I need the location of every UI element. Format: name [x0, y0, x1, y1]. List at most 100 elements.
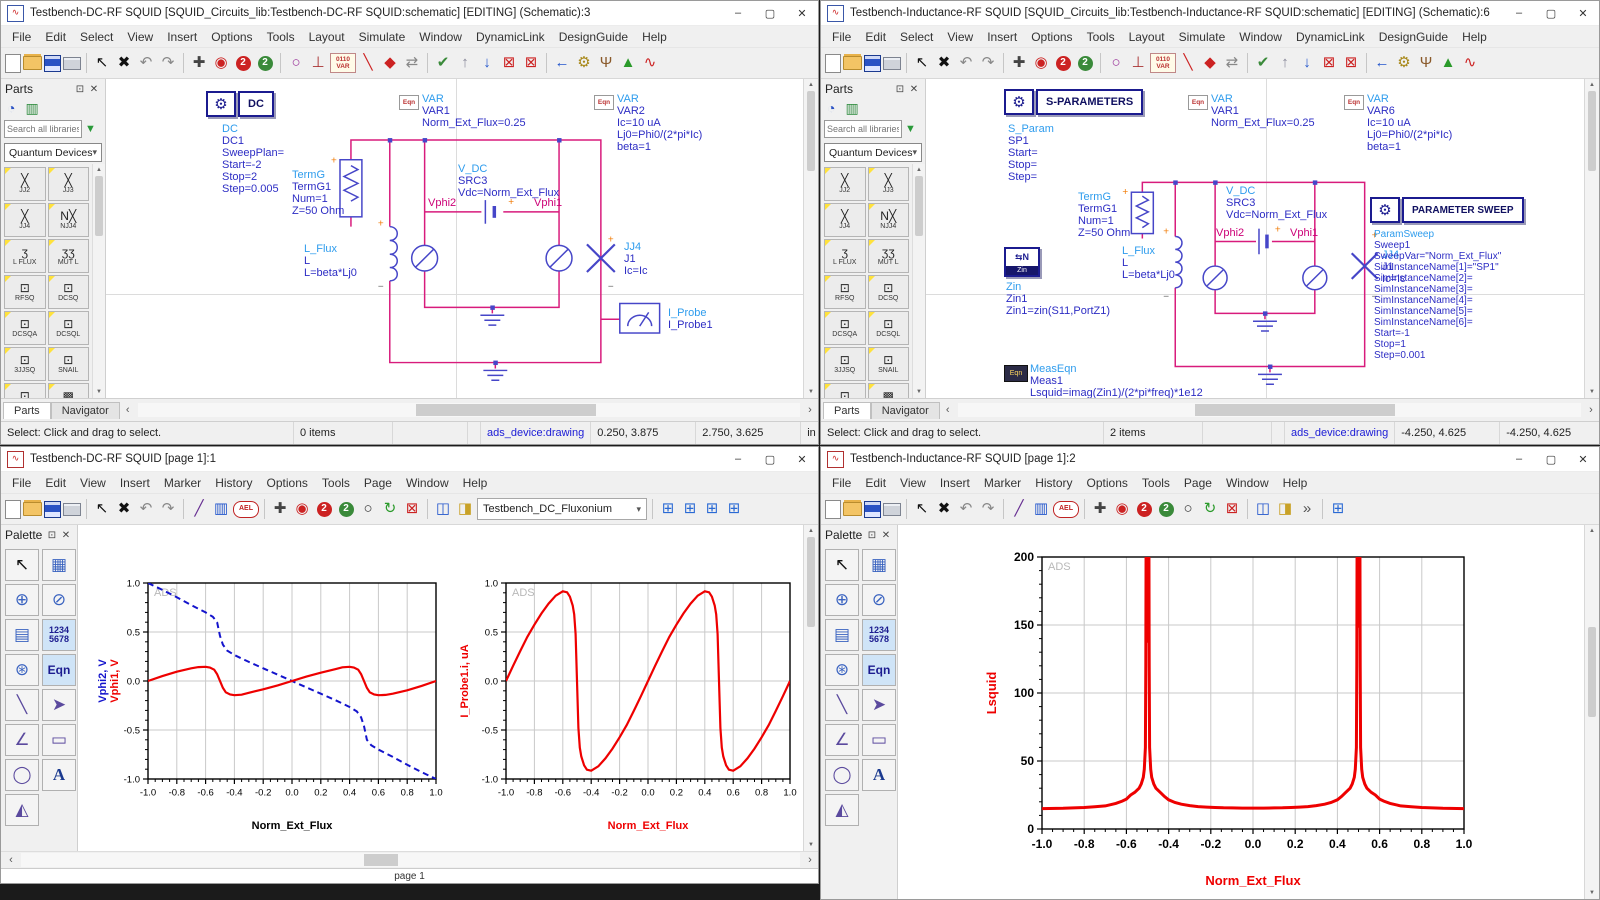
library-browser-icon[interactable]: ▥ [25, 100, 38, 117]
iprobe-params-type[interactable]: I_Probe [668, 307, 713, 319]
library-browser-icon[interactable]: ▥ [845, 100, 858, 117]
param-line[interactable]: Step=0.001 [1374, 350, 1501, 361]
polyline-tool[interactable]: ∠ [825, 724, 859, 756]
recent-parts-clock-icon[interactable]: ◔ [7, 100, 15, 117]
vphi1-node-label[interactable]: Vphi1 [534, 197, 562, 209]
text-tool[interactable]: A [42, 759, 76, 791]
param-line[interactable]: Start=-1 [1374, 328, 1501, 339]
menu-edit[interactable]: Edit [38, 28, 73, 46]
minimize-button[interactable]: – [1503, 1, 1535, 25]
menu-help[interactable]: Help [1455, 28, 1494, 46]
scrollbar-thumb[interactable] [807, 91, 815, 171]
history-icon[interactable]: ▥ [211, 499, 231, 519]
pan-icon[interactable]: ✚ [270, 499, 290, 519]
zoom-out-icon[interactable]: 2 [1075, 53, 1095, 73]
menu-help[interactable]: Help [456, 474, 495, 492]
part-l-flux[interactable]: ʒL FLUX [4, 239, 46, 273]
menu-tools[interactable]: Tools [1080, 28, 1122, 46]
part-mut-l[interactable]: ʒʒMUT L [48, 239, 90, 273]
menu-options[interactable]: Options [260, 474, 315, 492]
part-3jjsq[interactable]: ⊡3JJSQ [824, 347, 866, 381]
scroll-left-icon[interactable]: ‹ [3, 854, 19, 866]
scroll-up-icon[interactable]: ▲ [808, 525, 814, 537]
scrollbar-thumb[interactable] [1588, 91, 1596, 171]
menu-file[interactable]: File [825, 474, 858, 492]
jj4-params-type[interactable]: JJ4 [624, 241, 648, 253]
param-line[interactable]: SimInstanceName[3]= [1374, 284, 1501, 295]
minimize-button[interactable]: – [722, 1, 754, 25]
horizontal-scrollbar[interactable] [138, 403, 800, 417]
recent-parts-clock-icon[interactable]: ◔ [827, 100, 835, 117]
menu-tools[interactable]: Tools [315, 474, 357, 492]
rect-plot-tool[interactable]: ▦ [862, 549, 896, 581]
menu-dynamiclink[interactable]: DynamicLink [1289, 28, 1372, 46]
filter-funnel-icon[interactable]: ▼ [905, 123, 916, 135]
menu-options[interactable]: Options [1024, 28, 1079, 46]
insert-port-icon[interactable]: ○ [286, 53, 306, 73]
smith-chart-tool[interactable]: ⊘ [862, 584, 896, 616]
iprobe-symbol[interactable] [620, 303, 660, 333]
redo-icon[interactable]: ↷ [158, 499, 178, 519]
var1-params-type[interactable]: VAR [1211, 93, 1315, 105]
plot-vphi-vs-flux[interactable]: -1.0-0.8-0.6-0.4-0.20.00.20.40.60.81.0-1… [92, 561, 448, 837]
save-icon[interactable] [864, 501, 881, 518]
menu-help[interactable]: Help [1276, 474, 1315, 492]
list-plot-tool[interactable]: ▤ [825, 619, 859, 651]
var6-params-type[interactable]: VAR [1367, 93, 1452, 105]
tab-parts[interactable]: Parts [823, 402, 871, 419]
menu-tools[interactable]: Tools [1135, 474, 1177, 492]
lflux-params[interactable]: L_FluxLL=beta*Lj0 [1122, 245, 1175, 281]
pointer-icon[interactable]: ↖ [92, 499, 112, 519]
close-button[interactable]: ✕ [786, 1, 818, 25]
scroll-up-icon[interactable]: ▲ [1589, 79, 1595, 91]
simulate-icon[interactable]: ▲ [1438, 53, 1458, 73]
param-line[interactable]: SimInstanceName[5]= [1374, 306, 1501, 317]
save-icon[interactable] [44, 501, 61, 518]
pointer-icon[interactable]: ↖ [912, 499, 932, 519]
refresh-icon[interactable]: ↻ [1200, 499, 1220, 519]
antenna-plot-tool[interactable]: ⊛ [5, 654, 39, 686]
titlebar[interactable]: ∿ Testbench-Inductance-RF SQUID [page 1]… [821, 447, 1599, 472]
maximize-button[interactable]: ▢ [754, 447, 786, 471]
scrollbar-thumb[interactable] [1195, 404, 1395, 416]
data-display-canvas[interactable]: -1.0-0.8-0.6-0.4-0.20.00.20.40.60.81.005… [898, 525, 1584, 899]
maximize-button[interactable]: ▢ [1535, 447, 1567, 471]
param-line[interactable]: TermG1 [1078, 203, 1130, 215]
undo-icon[interactable]: ↶ [136, 53, 156, 73]
scroll-up-icon[interactable]: ▲ [96, 164, 102, 176]
deactivate-icon[interactable]: ⊠ [499, 53, 519, 73]
ground-symbol[interactable] [480, 315, 504, 325]
horizontal-scrollbar[interactable] [958, 403, 1581, 417]
window-data-display-dc-rf-squid[interactable]: ∿ Testbench-DC-RF SQUID [page 1]:1 – ▢ ✕… [0, 446, 819, 884]
param-line[interactable]: VAR6 [1367, 105, 1452, 117]
pointer-tool[interactable]: ↖ [825, 549, 859, 581]
part-jj2[interactable]: ╳JJ2 [824, 167, 866, 201]
param-line[interactable]: SRC3 [1226, 197, 1327, 209]
param-line[interactable]: VAR1 [422, 105, 526, 117]
zoom-in-view-icon[interactable]: ⊞ [680, 499, 700, 519]
scroll-up-icon[interactable]: ▲ [916, 164, 922, 176]
float-panel-icon[interactable]: ⊡ [73, 84, 87, 95]
param-line[interactable]: Step=0.005 [222, 183, 284, 195]
param-line[interactable]: beta=1 [1367, 141, 1452, 153]
close-button[interactable]: ✕ [1567, 447, 1599, 471]
lflux-inductor[interactable] [1175, 237, 1182, 288]
lflux-inductor[interactable] [390, 227, 397, 281]
var6-params[interactable]: VARVAR6Ic=10 uALj0=Phi0/(2*pi*Ic)beta=1 [1367, 93, 1452, 153]
part-3jjsq[interactable]: ⊡3JJSQ [4, 347, 46, 381]
parts-search-input[interactable] [4, 120, 82, 138]
schematic-canvas[interactable]: + + − + − + ⚙ S-PARAMETERS S_ParamSP1Sta… [926, 79, 1584, 398]
pointer-tool[interactable]: ↖ [5, 549, 39, 581]
parts-scrollbar[interactable]: ▲ ▼ [912, 164, 925, 398]
scroll-up-icon[interactable]: ▲ [1589, 525, 1595, 537]
menu-history[interactable]: History [1028, 474, 1079, 492]
menu-tools[interactable]: Tools [260, 28, 302, 46]
vdc-params-type[interactable]: V_DC [458, 163, 559, 175]
tab-navigator[interactable]: Navigator [51, 402, 120, 419]
param-line[interactable]: SimInstanceName[1]="SP1" [1374, 262, 1501, 273]
active-layer[interactable]: ads_device:drawing [1285, 422, 1395, 444]
check-design-icon[interactable]: ✔ [1253, 53, 1273, 73]
close-button[interactable]: ✕ [786, 447, 818, 471]
dc-params[interactable]: DCDC1SweepPlan=Start=-2Stop=2Step=0.005 [222, 123, 284, 195]
param-line[interactable]: DC1 [222, 135, 284, 147]
